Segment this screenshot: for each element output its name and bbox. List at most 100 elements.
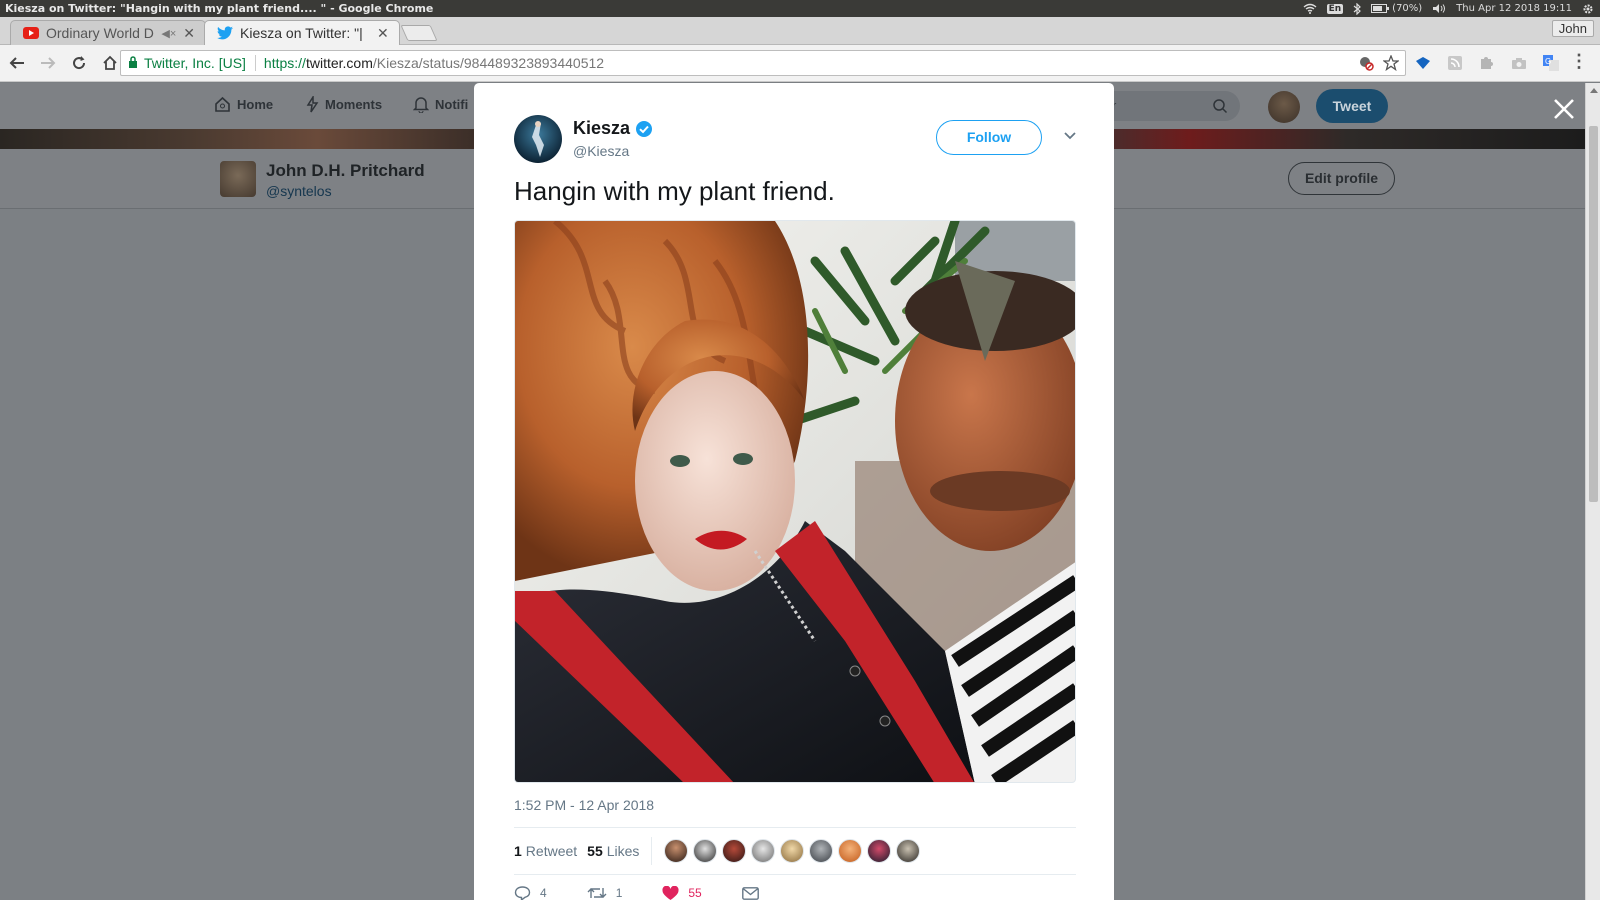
- nav-notifications-label: Notifi: [435, 97, 469, 112]
- battery-percent: (70%): [1392, 3, 1423, 14]
- tab-strip: Ordinary World D ◀× ✕ Kiesza on Twitter:…: [0, 17, 1600, 45]
- tweet-timestamp[interactable]: 1:52 PM - 12 Apr 2018: [514, 797, 654, 813]
- url-scheme: https://: [263, 55, 306, 71]
- heart-icon: [662, 885, 679, 900]
- battery-indicator[interactable]: (70%): [1371, 3, 1422, 14]
- chevron-down-icon[interactable]: [1062, 127, 1078, 143]
- liker-avatar[interactable]: [809, 839, 834, 863]
- reload-button[interactable]: [65, 49, 93, 77]
- profile-name[interactable]: John D.H. Pritchard: [266, 161, 425, 181]
- new-tab-button[interactable]: [400, 25, 438, 41]
- scroll-up-arrow-icon[interactable]: [1590, 88, 1598, 93]
- compose-tweet-button[interactable]: Tweet: [1316, 89, 1388, 123]
- browser-toolbar: Twitter, Inc. [US] https://twitter.com/K…: [0, 45, 1600, 82]
- likers-avatars: [664, 839, 921, 863]
- author-avatar[interactable]: [514, 115, 562, 163]
- author-name-row[interactable]: Kiesza: [573, 118, 653, 139]
- nav-moments[interactable]: Moments: [306, 96, 382, 113]
- url-path: /Kiesza/status/984489323893440512: [372, 55, 605, 71]
- bluetooth-icon[interactable]: [1353, 2, 1362, 15]
- wifi-icon[interactable]: [1303, 3, 1317, 14]
- window-title: Kiesza on Twitter: "Hangin with my plant…: [5, 2, 434, 15]
- bookmark-star-icon[interactable]: [1383, 55, 1399, 71]
- follow-button[interactable]: Follow: [936, 120, 1042, 155]
- liker-avatar[interactable]: [896, 839, 921, 863]
- search-icon: [1213, 99, 1228, 114]
- blocked-content-icon[interactable]: [1358, 55, 1374, 71]
- liker-avatar[interactable]: [693, 839, 718, 863]
- retweets-stat[interactable]: 1 Retweet: [514, 843, 577, 859]
- url-text[interactable]: https://twitter.com/Kiesza/status/984489…: [264, 55, 604, 71]
- svg-text:G: G: [1545, 57, 1551, 66]
- clock[interactable]: Thu Apr 12 2018 19:11: [1456, 3, 1572, 14]
- arrow-left-icon: [9, 57, 24, 69]
- liker-avatar[interactable]: [838, 839, 863, 863]
- battery-icon: [1371, 4, 1390, 13]
- keyboard-language-indicator[interactable]: En: [1326, 3, 1344, 14]
- tweet-permalink-modal: Kiesza @Kiesza Follow Hangin with my pla…: [474, 83, 1114, 900]
- puzzle-extension-icon[interactable]: [1476, 52, 1498, 74]
- address-bar[interactable]: Twitter, Inc. [US] https://twitter.com/K…: [120, 50, 1406, 76]
- like-count: 55: [688, 886, 702, 900]
- home-icon: [103, 55, 117, 70]
- back-button[interactable]: [3, 49, 31, 77]
- retweets-label: Retweet: [525, 843, 578, 859]
- page-scrollbar[interactable]: [1585, 83, 1600, 900]
- chrome-profile-button[interactable]: John: [1551, 20, 1594, 37]
- close-tab-icon[interactable]: ✕: [377, 25, 389, 42]
- bell-icon: [413, 97, 429, 113]
- profile-avatar[interactable]: [220, 161, 256, 197]
- twitter-search-input[interactable]: r: [1100, 91, 1240, 121]
- lightning-icon: [306, 96, 319, 113]
- reply-action[interactable]: 4: [514, 885, 547, 900]
- forward-button[interactable]: [34, 49, 62, 77]
- translate-icon[interactable]: G: [1540, 52, 1562, 74]
- camera-extension-icon[interactable]: [1508, 52, 1530, 74]
- tweet-photo[interactable]: [514, 220, 1076, 783]
- retweet-action[interactable]: 1: [587, 886, 623, 900]
- liker-avatar[interactable]: [867, 839, 892, 863]
- tab-kiesza-twitter[interactable]: Kiesza on Twitter: "| ✕: [204, 20, 400, 45]
- close-modal-icon[interactable]: [1552, 97, 1576, 121]
- tab-ordinary-world[interactable]: Ordinary World D ◀× ✕: [10, 20, 206, 45]
- ev-certificate-label[interactable]: Twitter, Inc. [US]: [144, 55, 246, 71]
- twitter-icon: [217, 25, 233, 41]
- extension-shield-icon[interactable]: [1412, 52, 1434, 74]
- edit-profile-button[interactable]: Edit profile: [1288, 162, 1395, 195]
- profile-handle[interactable]: @syntelos: [266, 183, 332, 199]
- settings-gear-icon[interactable]: [1582, 3, 1594, 15]
- likes-stat[interactable]: 55 Likes: [587, 843, 639, 859]
- retweet-icon: [587, 888, 607, 898]
- reply-count: 4: [540, 886, 547, 900]
- extensions-area: G: [1412, 52, 1562, 74]
- reply-icon: [514, 886, 531, 900]
- direct-message-action[interactable]: [741, 886, 759, 900]
- tweet-actions: 4 1 55: [514, 885, 799, 900]
- lock-icon[interactable]: [128, 55, 138, 71]
- liker-avatar[interactable]: [664, 839, 689, 863]
- chrome-menu-kebab-icon[interactable]: ⋮: [1570, 51, 1588, 72]
- likes-label: Likes: [606, 843, 640, 859]
- volume-icon[interactable]: [1432, 3, 1446, 14]
- nav-notifications[interactable]: Notifi: [413, 96, 468, 113]
- liker-avatar[interactable]: [751, 839, 776, 863]
- home-icon: [215, 96, 230, 112]
- rss-feed-icon[interactable]: [1444, 52, 1466, 74]
- user-avatar[interactable]: [1268, 91, 1300, 123]
- liker-avatar[interactable]: [722, 839, 747, 863]
- tweet-text: Hangin with my plant friend.: [514, 176, 835, 206]
- retweet-count: 1: [615, 886, 623, 900]
- omnibox-divider: [254, 55, 256, 71]
- scroll-thumb[interactable]: [1589, 126, 1598, 502]
- speaker-muted-icon[interactable]: ◀×: [161, 27, 176, 40]
- youtube-icon: [23, 25, 39, 41]
- tab-title: Kiesza on Twitter: "|: [240, 25, 363, 41]
- like-action[interactable]: 55: [662, 885, 702, 900]
- stats-divider: [651, 837, 653, 865]
- close-tab-icon[interactable]: ✕: [183, 25, 195, 42]
- author-name: Kiesza: [573, 118, 631, 138]
- liker-avatar[interactable]: [780, 839, 805, 863]
- author-handle[interactable]: @Kiesza: [573, 143, 629, 159]
- os-top-bar: Kiesza on Twitter: "Hangin with my plant…: [0, 0, 1600, 17]
- nav-home[interactable]: Home: [214, 96, 273, 113]
